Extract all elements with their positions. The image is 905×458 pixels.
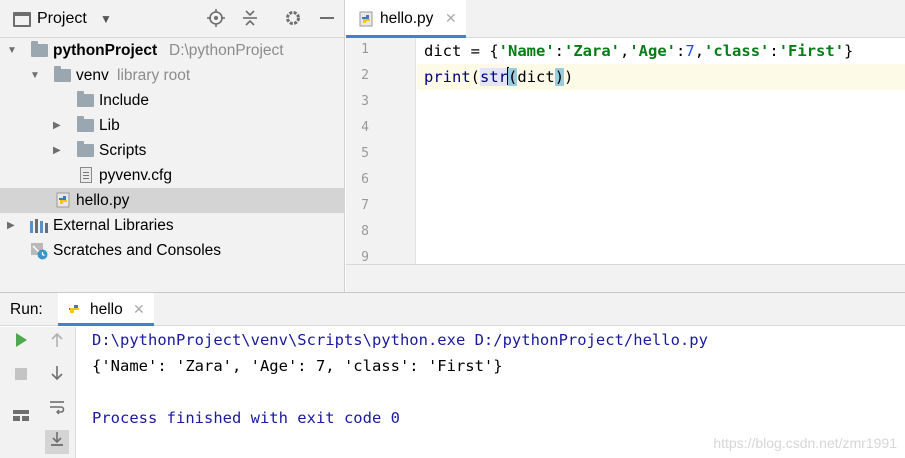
minimize-icon[interactable] [316,9,338,31]
rerun-play-icon[interactable] [9,332,33,356]
crosshair-icon[interactable] [205,9,227,31]
python-file-icon [359,11,373,27]
tree-root-path: D:\pythonProject [169,42,284,59]
tree-hint-library-root: library root [117,67,191,84]
tree-item-scratches[interactable]: Scratches and Consoles [0,238,345,263]
tree-item-pyvenv-cfg[interactable]: pyvenv.cfg [0,163,345,188]
tree-label-scripts: Scripts [99,142,147,159]
tree-label-root: pythonProject [53,42,158,59]
scratches-icon [31,243,48,260]
folder-icon [54,66,71,82]
console-line: Process finished with exit code 0 [92,409,400,427]
tree-label-hello: hello.py [76,192,130,209]
line-number: 1 [361,42,369,57]
run-tab-hello[interactable]: hello ✕ [58,293,154,326]
collapse-icon[interactable] [239,9,261,31]
folder-icon [77,91,94,107]
soft-wrap-icon[interactable] [45,399,69,423]
library-icon [30,219,48,233]
line-number-gutter: 1 2 3 4 5 6 7 8 9 [346,38,416,265]
code-line-2[interactable]: print(str(dict)) [424,64,573,90]
chevron-down-icon[interactable]: ▼ [100,12,112,26]
gear-icon[interactable] [282,9,304,31]
project-panel-header: Project ▼ [0,0,345,38]
editor-bottom-strip [346,264,905,292]
run-panel-header: Run: hello ✕ [0,293,905,326]
line-number: 7 [361,198,369,213]
python-run-icon [69,305,79,313]
scroll-to-end-icon[interactable] [45,430,69,454]
tree-item-pythonproject[interactable]: ▼ pythonProject D:\pythonProject [0,38,345,63]
config-file-icon [80,167,92,183]
run-panel: Run: hello ✕ D:\pythonProject\venv\Scrip… [0,292,905,458]
close-icon[interactable]: ✕ [133,301,145,318]
line-number: 6 [361,172,369,187]
collapsed-arrow-icon[interactable]: ▶ [53,138,61,163]
run-toolbar [0,327,76,458]
line-number: 5 [361,146,369,161]
scroll-down-icon[interactable] [45,365,69,389]
tree-item-venv[interactable]: ▼ venv library root [0,63,345,88]
console-line: D:\pythonProject\venv\Scripts\python.exe… [92,331,708,349]
console-output[interactable]: D:\pythonProject\venv\Scripts\python.exe… [77,327,905,458]
stop-icon[interactable] [9,365,33,389]
tree-label-scratches: Scratches and Consoles [53,242,222,259]
expanded-arrow-icon[interactable]: ▼ [30,63,40,88]
tree-item-external-libraries[interactable]: ▶ External Libraries [0,213,345,238]
line-number: 3 [361,94,369,109]
code-area[interactable]: dict = {'Name':'Zara','Age':7,'class':'F… [417,38,905,265]
expanded-arrow-icon[interactable]: ▼ [7,38,17,63]
collapsed-arrow-icon[interactable]: ▶ [7,213,15,238]
python-file-icon [56,192,70,208]
tree-item-scripts[interactable]: ▶ Scripts [0,138,345,163]
tree-item-hello-py[interactable]: hello.py [0,188,345,213]
folder-icon [77,141,94,157]
collapsed-arrow-icon[interactable]: ▶ [53,113,61,138]
line-number: 9 [361,250,369,265]
line-number: 2 [361,68,369,83]
tree-item-include[interactable]: Include [0,88,345,113]
project-window-icon [13,12,31,27]
tree-label-external: External Libraries [53,217,174,234]
tree-label-venv: venv [76,67,109,84]
folder-icon [31,41,48,57]
close-icon[interactable]: ✕ [445,10,457,27]
watermark: https://blog.csdn.net/zmr1991 [713,435,897,451]
scroll-up-icon[interactable] [45,332,69,356]
folder-icon [77,116,94,132]
tab-hello-py[interactable]: hello.py ✕ [346,0,466,38]
tree-label-include: Include [99,92,149,109]
run-tab-label: hello [90,301,123,318]
tab-label: hello.py [380,10,434,27]
tree-label-cfg: pyvenv.cfg [99,167,172,184]
run-label: Run: [10,301,43,318]
project-panel: Project ▼ ▼ pythonProject D:\pythonProje… [0,0,345,292]
layout-icon[interactable] [9,407,33,431]
project-panel-title[interactable]: Project [37,10,87,28]
line-number: 4 [361,120,369,135]
tree-item-lib[interactable]: ▶ Lib [0,113,345,138]
tree-label-lib: Lib [99,117,120,134]
code-editor[interactable]: hello.py ✕ 1 2 3 4 5 6 7 8 9 dict = {'Na… [346,0,905,292]
code-line-1[interactable]: dict = {'Name':'Zara','Age':7,'class':'F… [424,38,853,64]
console-line: {'Name': 'Zara', 'Age': 7, 'class': 'Fir… [92,357,503,375]
line-number: 8 [361,224,369,239]
editor-tab-bar: hello.py ✕ [346,0,905,38]
